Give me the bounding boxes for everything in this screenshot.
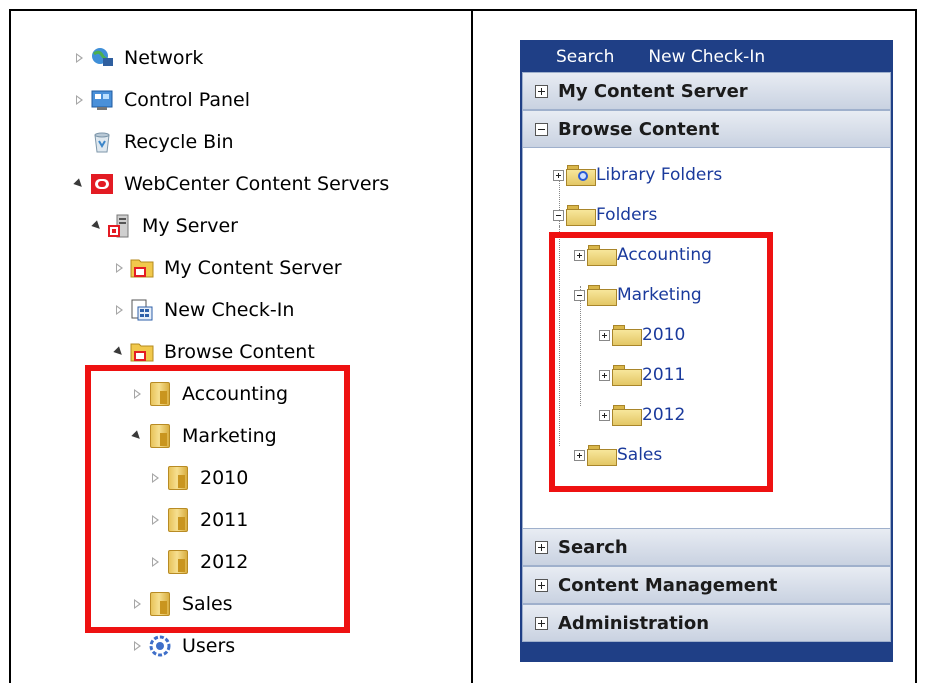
collapse-arrow-icon[interactable]: [72, 177, 86, 191]
tree-item-label: Library Folders: [596, 165, 723, 185]
search-link[interactable]: Search: [556, 47, 614, 67]
tree-item-label: Recycle Bin: [124, 131, 234, 153]
section-browse-content[interactable]: Browse Content: [522, 110, 891, 148]
tree-item-webcenter-content-servers[interactable]: WebCenter Content Servers: [72, 166, 389, 202]
tree-item-label: Users: [182, 635, 236, 657]
tree-item-label: Control Panel: [124, 89, 250, 111]
collapse-arrow-icon[interactable]: [90, 219, 104, 233]
expand-plus-icon[interactable]: [535, 540, 548, 554]
section-label: Browse Content: [558, 118, 720, 140]
panel-tab-bar: Search New Check-In: [522, 42, 891, 72]
section-label: My Content Server: [558, 80, 748, 102]
collapse-minus-icon[interactable]: [553, 209, 564, 221]
tree-item-label: My Content Server: [164, 257, 342, 279]
expand-arrow-icon[interactable]: [130, 639, 144, 653]
tree-item-my-content-server[interactable]: My Content Server: [112, 250, 342, 286]
section-my-content-server[interactable]: My Content Server: [522, 72, 891, 110]
tree-item-my-server[interactable]: My Server: [90, 208, 238, 244]
tree-item-recycle-bin[interactable]: Recycle Bin: [90, 124, 234, 160]
expand-arrow-icon[interactable]: [72, 93, 86, 107]
expand-arrow-icon[interactable]: [112, 261, 126, 275]
expand-arrow-icon[interactable]: [112, 303, 126, 317]
section-search[interactable]: Search: [522, 528, 891, 566]
checkin-icon: [130, 298, 154, 322]
expand-plus-icon[interactable]: [535, 84, 548, 98]
section-label: Content Management: [558, 574, 778, 596]
tree-item-library-folders[interactable]: Library Folders: [553, 160, 722, 190]
highlight-box-explorer: [85, 365, 350, 633]
library-folder-icon: [566, 164, 596, 186]
expand-arrow-icon[interactable]: [72, 51, 86, 65]
server-icon: [108, 214, 132, 238]
tree-item-network[interactable]: Network: [72, 40, 203, 76]
oracle-icon: [90, 172, 114, 196]
new-check-in-link[interactable]: New Check-In: [648, 47, 765, 67]
section-label: Administration: [558, 612, 710, 634]
expand-plus-icon[interactable]: [535, 616, 548, 630]
tree-item-new-check-in[interactable]: New Check-In: [112, 292, 294, 328]
control-panel-icon: [90, 88, 114, 112]
tree-item-label: New Check-In: [164, 299, 295, 321]
users-icon: [148, 634, 172, 658]
section-label: Search: [558, 536, 628, 558]
section-content-management[interactable]: Content Management: [522, 566, 891, 604]
tree-item-control-panel[interactable]: Control Panel: [72, 82, 250, 118]
recycle-bin-icon: [90, 130, 114, 154]
tree-item-label: Network: [124, 47, 204, 69]
section-administration[interactable]: Administration: [522, 604, 891, 642]
tree-item-label: Folders: [596, 205, 658, 225]
tree-item-label: WebCenter Content Servers: [124, 173, 390, 195]
folder-icon: [130, 256, 154, 280]
folder-icon: [566, 204, 596, 226]
expand-plus-icon[interactable]: [553, 169, 564, 181]
tree-item-users[interactable]: Users: [130, 628, 235, 664]
collapse-arrow-icon[interactable]: [112, 345, 126, 359]
network-icon: [90, 46, 114, 70]
collapse-minus-icon[interactable]: [535, 122, 548, 136]
highlight-box-webcenter: [549, 232, 773, 492]
folder-icon: [130, 340, 154, 364]
expand-plus-icon[interactable]: [535, 578, 548, 592]
tree-item-label: My Server: [142, 215, 238, 237]
tree-item-folders[interactable]: Folders: [553, 200, 657, 230]
tree-item-label: Browse Content: [164, 341, 315, 363]
panel-divider: [471, 9, 473, 683]
